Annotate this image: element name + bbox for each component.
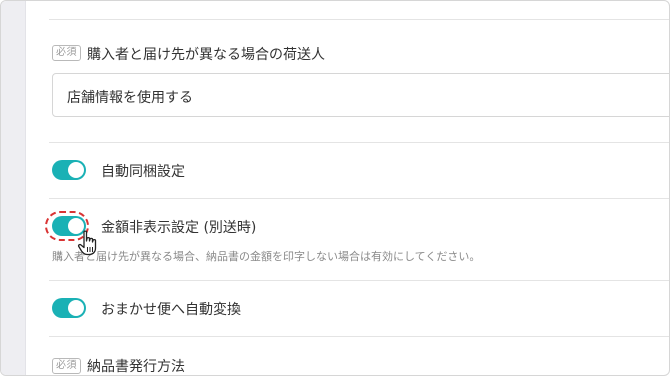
required-badge: 必須 xyxy=(52,358,81,374)
divider xyxy=(49,280,669,281)
divider xyxy=(49,19,669,20)
consignor-label: 購入者と届け先が異なる場合の荷送人 xyxy=(87,47,325,63)
omakase-label: おまかせ便へ自動変換 xyxy=(101,302,241,318)
auto-bundle-toggle[interactable] xyxy=(52,160,86,180)
required-badge: 必須 xyxy=(52,45,81,61)
consignor-select[interactable]: 店舗情報を使用する xyxy=(52,73,669,117)
consignor-select-value: 店舗情報を使用する xyxy=(67,90,193,106)
toggle-knob xyxy=(68,300,84,316)
divider xyxy=(49,142,669,143)
settings-panel: 必須 購入者と届け先が異なる場合の荷送人 店舗情報を使用する 自動同梱設定 金額… xyxy=(0,0,670,376)
hide-amount-label: 金額非表示設定 (別送時) xyxy=(101,220,257,236)
hand-pointer-icon xyxy=(77,230,97,256)
omakase-toggle[interactable] xyxy=(52,298,86,318)
divider xyxy=(49,336,669,337)
invoice-method-label: 納品書発行方法 xyxy=(87,359,185,375)
hide-amount-help: 購入者と届け先が異なる場合、納品書の金額を印字しない場合は有効にしてください。 xyxy=(52,250,481,263)
left-rail xyxy=(1,1,26,375)
divider xyxy=(49,198,669,199)
auto-bundle-label: 自動同梱設定 xyxy=(101,164,185,180)
toggle-knob xyxy=(68,162,84,178)
